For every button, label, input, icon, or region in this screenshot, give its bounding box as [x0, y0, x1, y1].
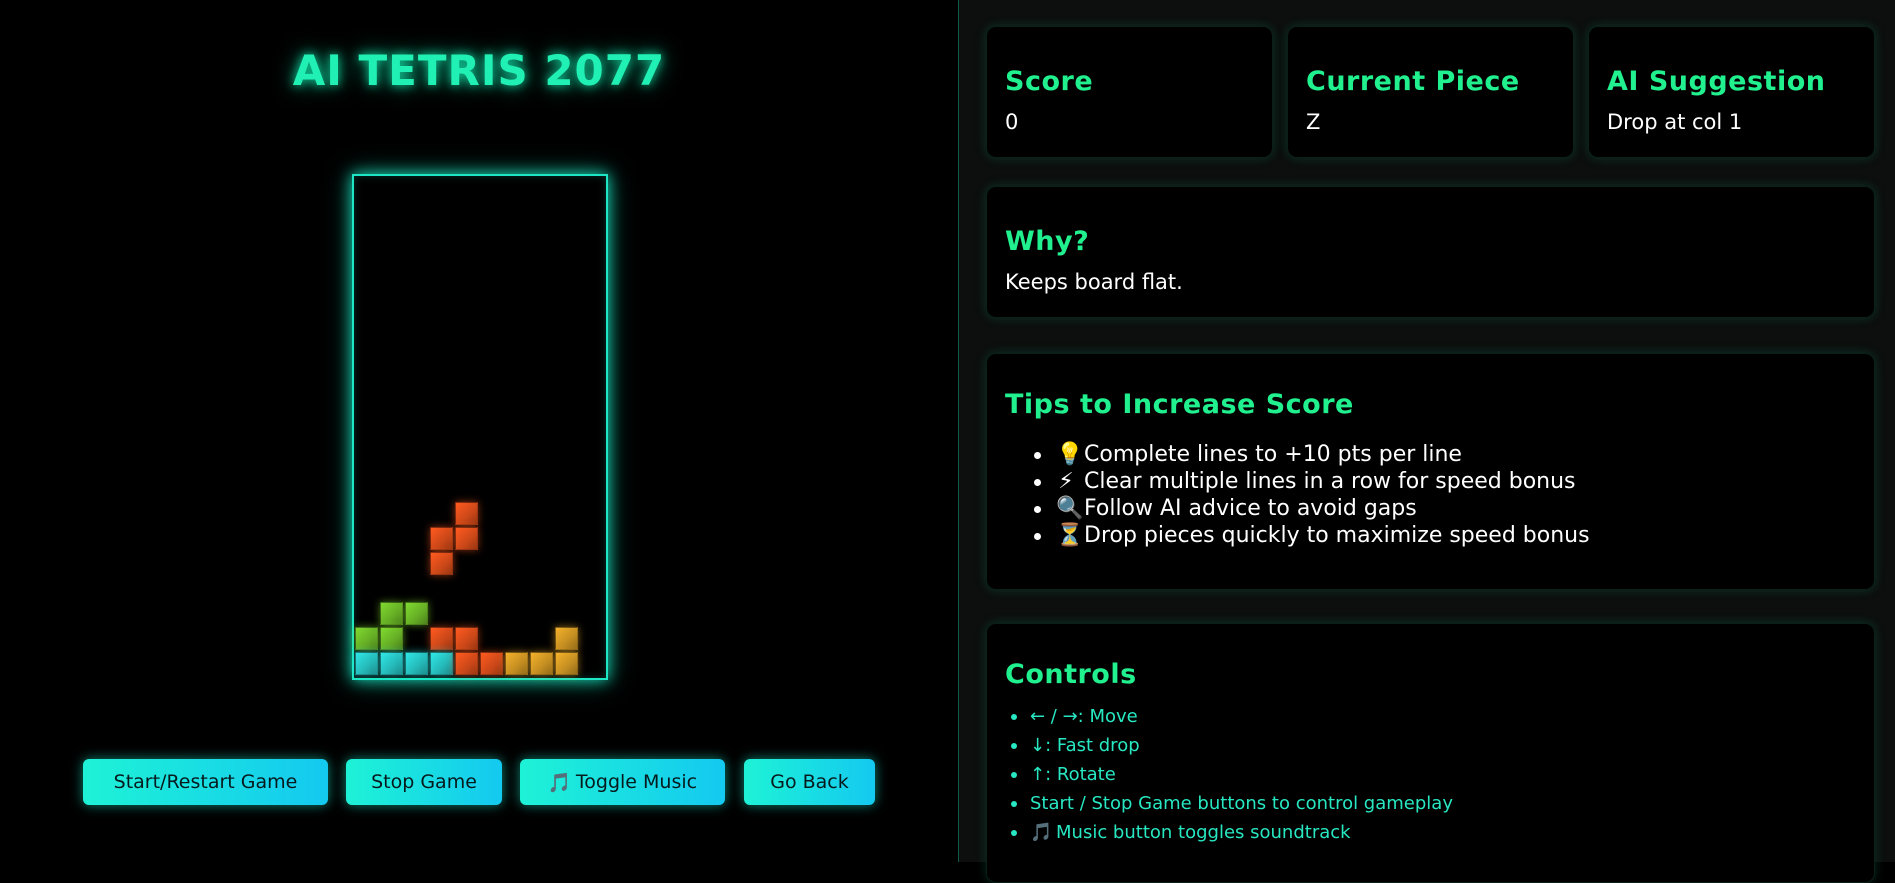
tip-item-text: Clear multiple lines in a row for speed … [1084, 469, 1576, 494]
tip-item-icon: 🔍 [1056, 496, 1084, 521]
board-block [530, 652, 553, 675]
stop-game-button[interactable]: Stop Game [346, 759, 502, 805]
board-block [380, 652, 403, 675]
toggle-music-label: Toggle Music [575, 771, 698, 793]
go-back-button[interactable]: Go Back [744, 759, 875, 805]
game-buttons: Start/Restart Game Stop Game 🎵 Toggle Mu… [0, 759, 958, 807]
tip-item: 💡 Complete lines to +10 pts per line [1034, 441, 1590, 468]
control-item-text: Start / Stop Game buttons to control gam… [1030, 793, 1453, 814]
why-text: Keeps board flat. [1005, 270, 1183, 294]
info-sidebar: Score 0 Current Piece Z AI Suggestion Dr… [959, 0, 1895, 883]
control-item-text: ↓: Fast drop [1030, 735, 1140, 756]
why-panel: Why? Keeps board flat. [986, 186, 1875, 318]
tip-item: ⏳ Drop pieces quickly to maximize speed b… [1034, 522, 1590, 549]
board-block [405, 652, 428, 675]
tip-item-text: Follow AI advice to avoid gaps [1084, 496, 1417, 521]
controls-label: Controls [1005, 659, 1137, 690]
score-panel: Score 0 [986, 26, 1273, 158]
tips-panel: Tips to Increase Score 💡 Complete lines t… [986, 353, 1875, 590]
control-item: ↓: Fast drop [1011, 731, 1453, 760]
board-block [455, 502, 478, 525]
board-cells [354, 176, 606, 678]
game-title: AI TETRIS 2077 [292, 46, 666, 95]
stop-game-label: Stop Game [371, 771, 477, 793]
start-restart-label: Start/Restart Game [113, 771, 298, 793]
control-item: 🎵 Music button toggles soundtrack [1011, 818, 1453, 847]
music-note-icon: 🎵 [547, 771, 572, 794]
board-block [555, 627, 578, 650]
start-restart-button[interactable]: Start/Restart Game [83, 759, 328, 805]
tip-item-icon: ⚡ [1058, 469, 1074, 494]
controls-panel: Controls ← / →: Move ↓: Fast drop ↑: Rotat… [986, 623, 1875, 883]
current-piece-label: Current Piece [1306, 66, 1520, 97]
tip-item-icon: ⏳ [1056, 523, 1084, 548]
tip-item: 🔍 Follow AI advice to avoid gaps [1034, 495, 1590, 522]
board-block [455, 652, 478, 675]
board-block [455, 527, 478, 550]
board-block [405, 602, 428, 625]
board-block [430, 652, 453, 675]
tip-item-text: Complete lines to +10 pts per line [1084, 442, 1462, 467]
tip-item-icon: 💡 [1056, 442, 1084, 467]
board-block [430, 527, 453, 550]
control-item-text: Music button toggles soundtrack [1056, 822, 1351, 843]
score-label: Score [1005, 66, 1094, 97]
go-back-label: Go Back [770, 771, 849, 793]
score-value: 0 [1005, 110, 1019, 134]
board-block [380, 627, 403, 650]
control-item-text: ↑: Rotate [1030, 764, 1116, 785]
board-block [555, 652, 578, 675]
tips-list: 💡 Complete lines to +10 pts per line ⚡ Clea… [1034, 441, 1590, 549]
tip-item-text: Drop pieces quickly to maximize speed bo… [1084, 523, 1590, 548]
board-block [430, 552, 453, 575]
control-item-icon: 🎵 [1030, 822, 1053, 843]
ai-suggestion-value: Drop at col 1 [1607, 110, 1743, 134]
tetris-board [352, 174, 608, 680]
board-block [355, 652, 378, 675]
ai-suggestion-panel: AI Suggestion Drop at col 1 [1588, 26, 1875, 158]
board-block [480, 652, 503, 675]
control-item: Start / Stop Game buttons to control gam… [1011, 789, 1453, 818]
tip-item: ⚡ Clear multiple lines in a row for speed… [1034, 468, 1590, 495]
board-block [380, 602, 403, 625]
current-piece-value: Z [1306, 110, 1321, 134]
ai-suggestion-label: AI Suggestion [1607, 66, 1826, 97]
board-block [430, 627, 453, 650]
current-piece-panel: Current Piece Z [1287, 26, 1574, 158]
control-item: ↑: Rotate [1011, 760, 1453, 789]
controls-list: ← / →: Move ↓: Fast drop ↑: Rotate Start / … [1011, 702, 1453, 847]
board-block [455, 627, 478, 650]
board-block [355, 627, 378, 650]
game-area: AI TETRIS 2077 Start/Restart Game Stop G… [0, 0, 958, 862]
control-item-text: ← / →: Move [1030, 706, 1138, 727]
control-item: ← / →: Move [1011, 702, 1453, 731]
toggle-music-button[interactable]: 🎵 Toggle Music [520, 759, 725, 805]
board-block [505, 652, 528, 675]
why-label: Why? [1005, 226, 1090, 257]
tips-label: Tips to Increase Score [1005, 389, 1354, 420]
